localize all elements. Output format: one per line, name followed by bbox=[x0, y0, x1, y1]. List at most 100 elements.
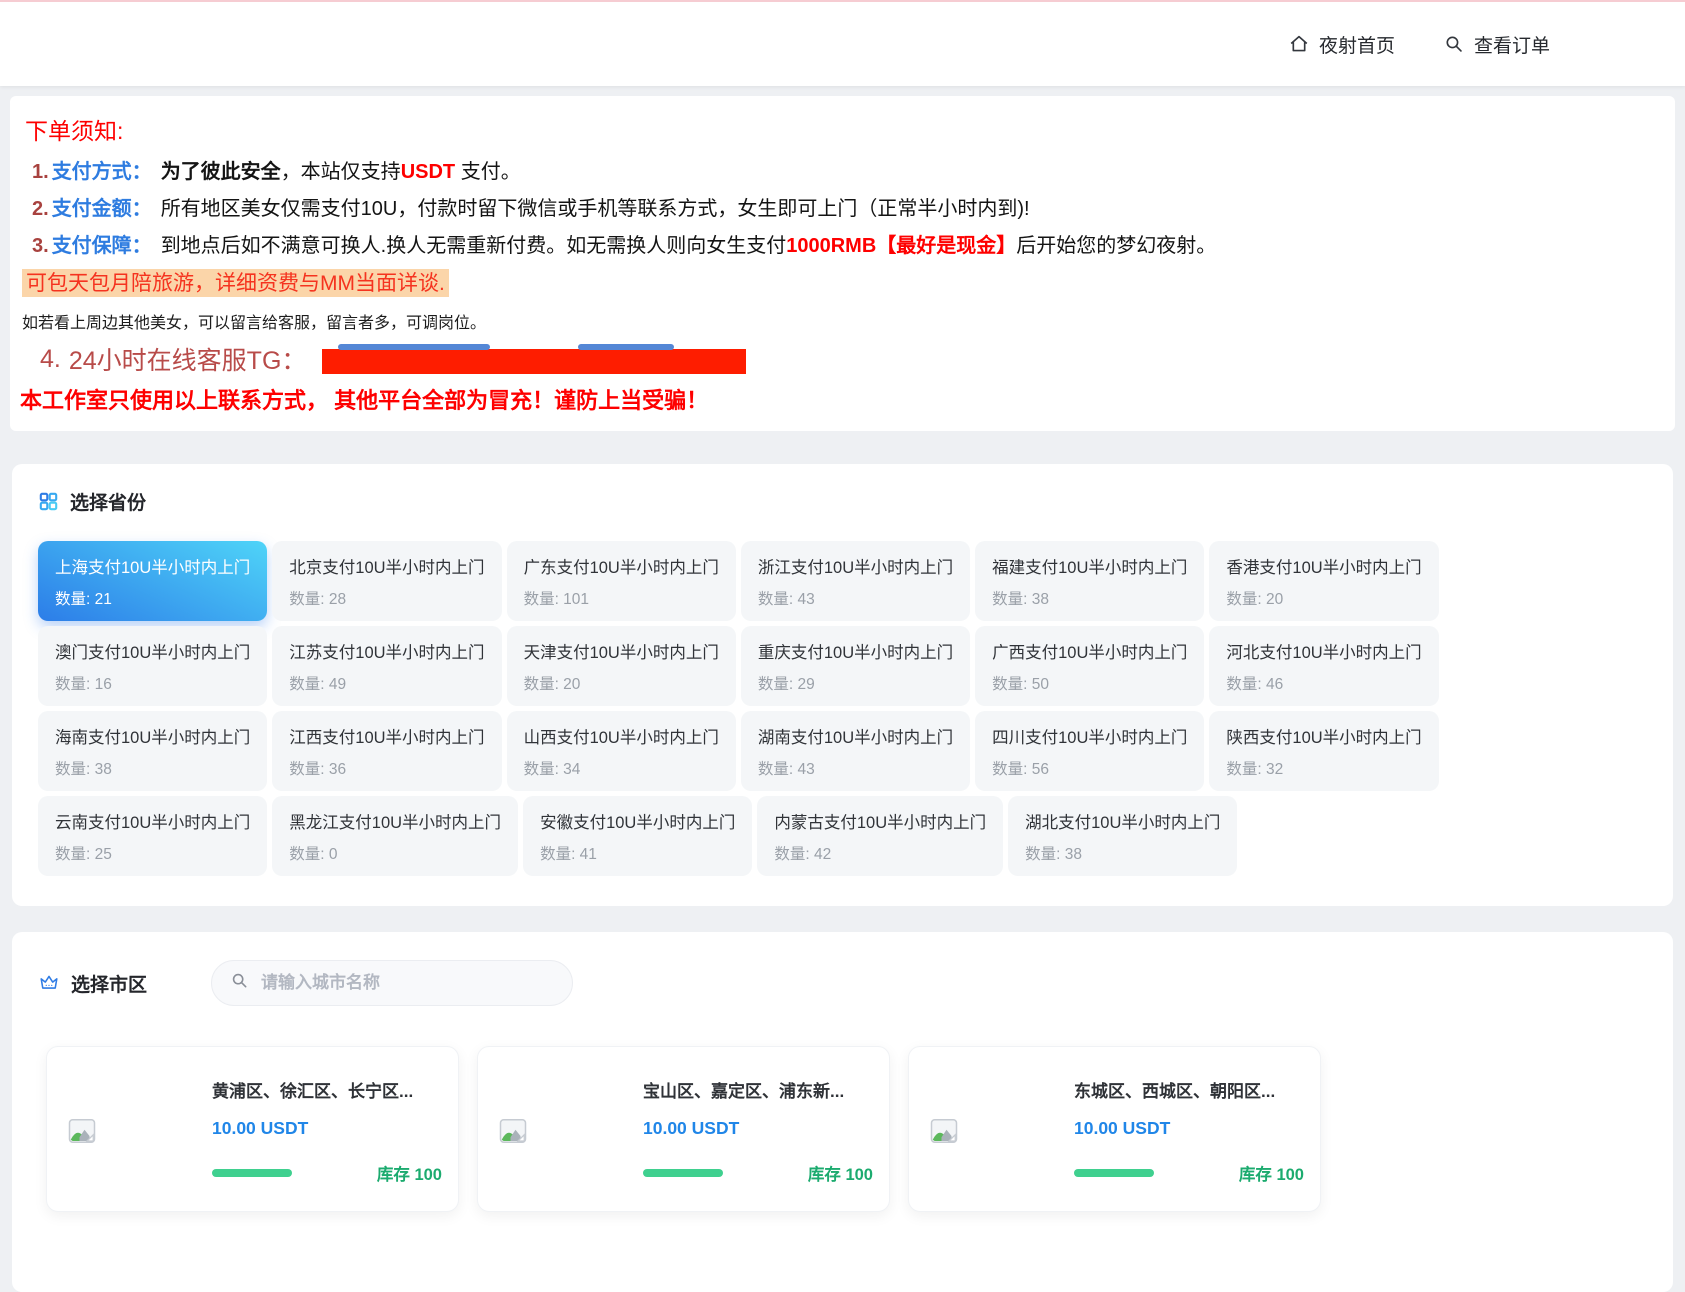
stock-label: 库存 100 bbox=[1239, 1161, 1304, 1185]
province-tile[interactable]: 四川支付10U半小时内上门数量: 56 bbox=[975, 711, 1204, 791]
redacted-text-fragment bbox=[338, 344, 490, 350]
province-tile[interactable]: 河北支付10U半小时内上门数量: 46 bbox=[1209, 626, 1438, 706]
province-tile-label: 澳门支付10U半小时内上门 bbox=[55, 639, 250, 663]
nav-orders-label: 查看订单 bbox=[1474, 31, 1550, 58]
province-tile-label: 江苏支付10U半小时内上门 bbox=[289, 639, 484, 663]
province-tile[interactable]: 澳门支付10U半小时内上门数量: 16 bbox=[38, 626, 267, 706]
nav-orders-link[interactable]: 查看订单 bbox=[1443, 31, 1550, 58]
district-card[interactable]: 宝山区、嘉定区、浦东新... 10.00 USDT 库存 100 bbox=[477, 1046, 890, 1212]
province-tile-label: 河北支付10U半小时内上门 bbox=[1226, 639, 1421, 663]
district-card[interactable]: 黄浦区、徐汇区、长宁区...10.00 USDT库存 100 bbox=[46, 1046, 459, 1212]
province-tile[interactable]: 上海支付10U半小时内上门数量: 21 bbox=[38, 541, 267, 621]
crown-icon bbox=[38, 972, 60, 994]
home-icon bbox=[1288, 33, 1310, 55]
province-tile[interactable]: 江苏支付10U半小时内上门数量: 49 bbox=[272, 626, 501, 706]
province-tile[interactable]: 湖北支付10U半小时内上门数量: 38 bbox=[1008, 796, 1237, 876]
notice-warning: 本工作室只使用以上联系方式， 其他平台全部为冒充！谨防上当受骗！ bbox=[20, 383, 1659, 415]
province-tile[interactable]: 湖南支付10U半小时内上门数量: 43 bbox=[741, 711, 970, 791]
province-tile-quantity: 数量: 21 bbox=[55, 587, 250, 609]
province-tile-label: 湖北支付10U半小时内上门 bbox=[1025, 809, 1220, 833]
notice-item-contact: 4. 24小时在线客服TG： bbox=[40, 341, 1659, 377]
search-icon bbox=[1443, 33, 1465, 55]
province-tile-label: 广东支付10U半小时内上门 bbox=[524, 554, 719, 578]
stock-label: 库存 100 bbox=[808, 1161, 873, 1185]
province-tile[interactable]: 陕西支付10U半小时内上门数量: 32 bbox=[1209, 711, 1438, 791]
province-panel-title: 选择省份 bbox=[70, 488, 146, 515]
province-tile-quantity: 数量: 43 bbox=[758, 587, 953, 609]
province-grid: 上海支付10U半小时内上门数量: 21北京支付10U半小时内上门数量: 28广东… bbox=[38, 541, 1478, 876]
promo-highlight-line: 可包天包月陪旅游，详细资费与MM当面详谈. bbox=[22, 268, 1659, 302]
notice-item-payment-guarantee: 3.支付保障：到地点后如不满意可换人.换人无需重新付费。如无需换人则向女生支付1… bbox=[32, 228, 1659, 265]
province-tile-label: 重庆支付10U半小时内上门 bbox=[758, 639, 953, 663]
district-card-title: 宝山区、嘉定区、浦东新... bbox=[643, 1077, 873, 1102]
province-tile-quantity: 数量: 42 bbox=[774, 842, 986, 864]
province-tile-label: 福建支付10U半小时内上门 bbox=[992, 554, 1187, 578]
province-tile-quantity: 数量: 29 bbox=[758, 672, 953, 694]
stock-label: 库存 100 bbox=[377, 1161, 442, 1185]
nav-home-label: 夜射首页 bbox=[1319, 31, 1395, 58]
province-tile-quantity: 数量: 20 bbox=[1226, 587, 1421, 609]
province-tile[interactable]: 北京支付10U半小时内上门数量: 28 bbox=[272, 541, 501, 621]
notice-title: 下单须知: bbox=[25, 112, 1659, 146]
province-tile[interactable]: 内蒙古支付10U半小时内上门数量: 42 bbox=[757, 796, 1003, 876]
province-tile-label: 海南支付10U半小时内上门 bbox=[55, 724, 250, 748]
province-tile-quantity: 数量: 50 bbox=[992, 672, 1187, 694]
province-tile-label: 广西支付10U半小时内上门 bbox=[992, 639, 1187, 663]
grid-squares-icon bbox=[38, 491, 59, 512]
broken-image-icon bbox=[929, 1117, 1074, 1145]
city-search-box[interactable] bbox=[211, 960, 573, 1006]
province-tile[interactable]: 安徽支付10U半小时内上门数量: 41 bbox=[523, 796, 752, 876]
order-notice-panel: 下单须知: 1.支付方式：为了彼此安全，本站仅支持USDT 支付。 2.支付金额… bbox=[10, 96, 1675, 431]
province-tile-quantity: 数量: 34 bbox=[524, 757, 719, 779]
province-tile-label: 江西支付10U半小时内上门 bbox=[289, 724, 484, 748]
province-tile-quantity: 数量: 43 bbox=[758, 757, 953, 779]
province-tile-quantity: 数量: 38 bbox=[55, 757, 250, 779]
district-panel: 选择市区 黄浦区、徐汇区、长宁区...10.00 USDT库存 100宝山区、嘉… bbox=[12, 932, 1673, 1292]
province-tile-label: 陕西支付10U半小时内上门 bbox=[1226, 724, 1421, 748]
province-tile[interactable]: 江西支付10U半小时内上门数量: 36 bbox=[272, 711, 501, 791]
district-card[interactable]: 东城区、西城区、朝阳区... 10.00 USDT 库存 100 bbox=[908, 1046, 1321, 1212]
province-tile[interactable]: 云南支付10U半小时内上门数量: 25 bbox=[38, 796, 267, 876]
province-tile[interactable]: 香港支付10U半小时内上门数量: 20 bbox=[1209, 541, 1438, 621]
top-nav: 夜射首页 查看订单 bbox=[0, 2, 1685, 86]
stock-progress-bar bbox=[643, 1169, 723, 1177]
province-tile-label: 上海支付10U半小时内上门 bbox=[55, 554, 250, 578]
province-panel-header: 选择省份 bbox=[38, 488, 1647, 515]
district-panel-title-row: 选择市区 bbox=[38, 970, 147, 997]
province-tile-label: 安徽支付10U半小时内上门 bbox=[540, 809, 735, 833]
notice-small-note: 如若看上周边其他美女，可以留言给客服，留言者多，可调岗位。 bbox=[22, 309, 1659, 333]
district-panel-title: 选择市区 bbox=[71, 970, 147, 997]
redacted-text-fragment bbox=[578, 344, 674, 350]
search-icon bbox=[230, 971, 249, 995]
province-tile-quantity: 数量: 28 bbox=[289, 587, 484, 609]
province-tile-quantity: 数量: 46 bbox=[1226, 672, 1421, 694]
province-tile[interactable]: 天津支付10U半小时内上门数量: 20 bbox=[507, 626, 736, 706]
notice-item-payment-method: 1.支付方式：为了彼此安全，本站仅支持USDT 支付。 bbox=[32, 154, 1659, 191]
province-tile-label: 四川支付10U半小时内上门 bbox=[992, 724, 1187, 748]
province-panel: 选择省份 上海支付10U半小时内上门数量: 21北京支付10U半小时内上门数量:… bbox=[12, 464, 1673, 906]
province-tile-quantity: 数量: 56 bbox=[992, 757, 1187, 779]
district-panel-header: 选择市区 bbox=[38, 960, 1647, 1006]
district-card-price: 10.00 USDT bbox=[1074, 1118, 1304, 1139]
province-tile[interactable]: 重庆支付10U半小时内上门数量: 29 bbox=[741, 626, 970, 706]
province-tile[interactable]: 广东支付10U半小时内上门数量: 101 bbox=[507, 541, 736, 621]
province-tile[interactable]: 海南支付10U半小时内上门数量: 38 bbox=[38, 711, 267, 791]
province-tile[interactable]: 福建支付10U半小时内上门数量: 38 bbox=[975, 541, 1204, 621]
notice-item-payment-amount: 2.支付金额：所有地区美女仅需支付10U，付款时留下微信或手机等联系方式，女生即… bbox=[32, 191, 1659, 228]
nav-home-link[interactable]: 夜射首页 bbox=[1288, 31, 1395, 58]
province-tile[interactable]: 黑龙江支付10U半小时内上门数量: 0 bbox=[272, 796, 518, 876]
district-card-list: 黄浦区、徐汇区、长宁区...10.00 USDT库存 100宝山区、嘉定区、浦东… bbox=[38, 1046, 1647, 1212]
province-tile-label: 云南支付10U半小时内上门 bbox=[55, 809, 250, 833]
province-tile[interactable]: 浙江支付10U半小时内上门数量: 43 bbox=[741, 541, 970, 621]
stock-progress-bar bbox=[212, 1169, 292, 1177]
province-tile-quantity: 数量: 20 bbox=[524, 672, 719, 694]
district-card-title: 东城区、西城区、朝阳区... bbox=[1074, 1077, 1304, 1102]
province-tile[interactable]: 山西支付10U半小时内上门数量: 34 bbox=[507, 711, 736, 791]
province-tile[interactable]: 广西支付10U半小时内上门数量: 50 bbox=[975, 626, 1204, 706]
broken-image-icon bbox=[67, 1117, 212, 1145]
province-tile-quantity: 数量: 38 bbox=[1025, 842, 1220, 864]
top-header: 夜射首页 查看订单 bbox=[0, 0, 1685, 86]
redacted-contact-bar bbox=[322, 349, 746, 374]
city-search-input[interactable] bbox=[259, 972, 554, 994]
district-card-price: 10.00 USDT bbox=[643, 1118, 873, 1139]
